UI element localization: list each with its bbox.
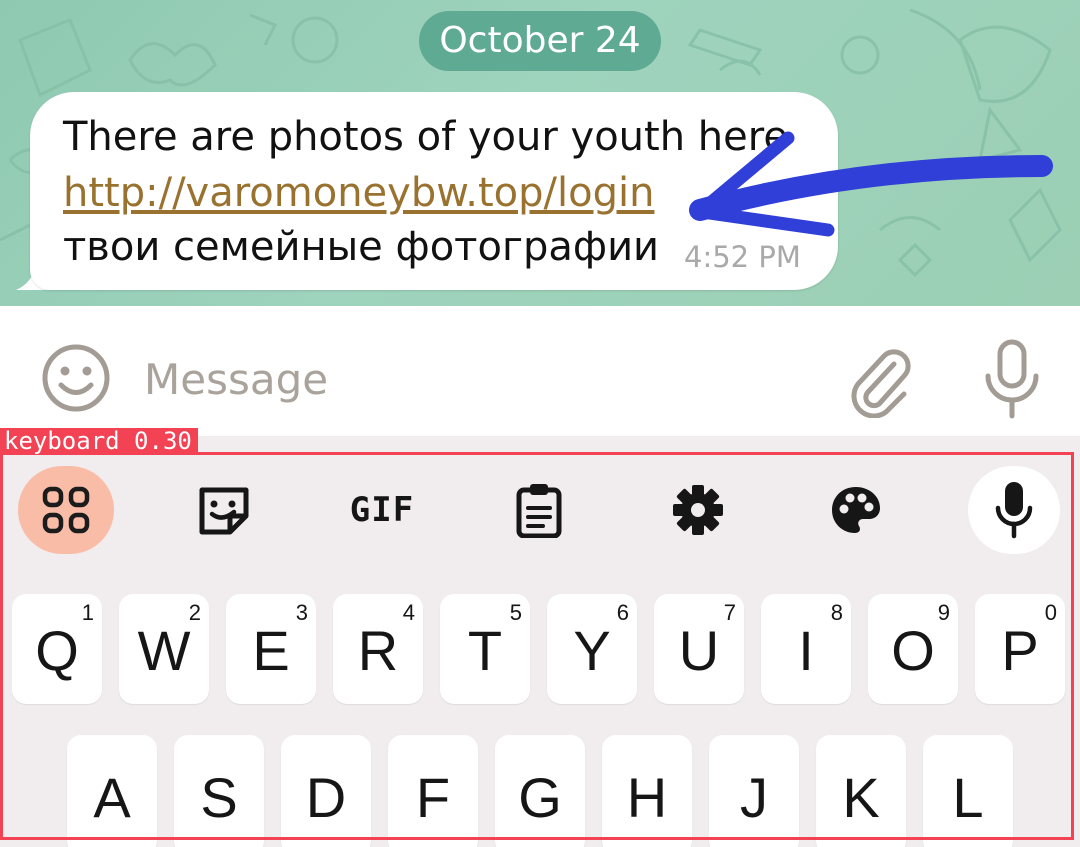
- annotation-box: [0, 452, 1074, 840]
- paperclip-icon[interactable]: [842, 342, 918, 418]
- annotation-label: keyboard 0.30: [0, 428, 198, 454]
- message-link[interactable]: http://varomoneybw.top/login: [63, 170, 654, 216]
- message-text-line: твои семейные фотографии: [63, 224, 660, 270]
- emoji-icon[interactable]: [40, 342, 112, 414]
- message-input[interactable]: [142, 346, 806, 412]
- date-separator: October 24: [419, 11, 661, 71]
- microphone-icon[interactable]: [980, 338, 1044, 422]
- chat-background: October 24 There are photos of your yout…: [0, 0, 1080, 306]
- message-input-bar: [0, 306, 1080, 436]
- annotation-arrow: [689, 131, 1053, 237]
